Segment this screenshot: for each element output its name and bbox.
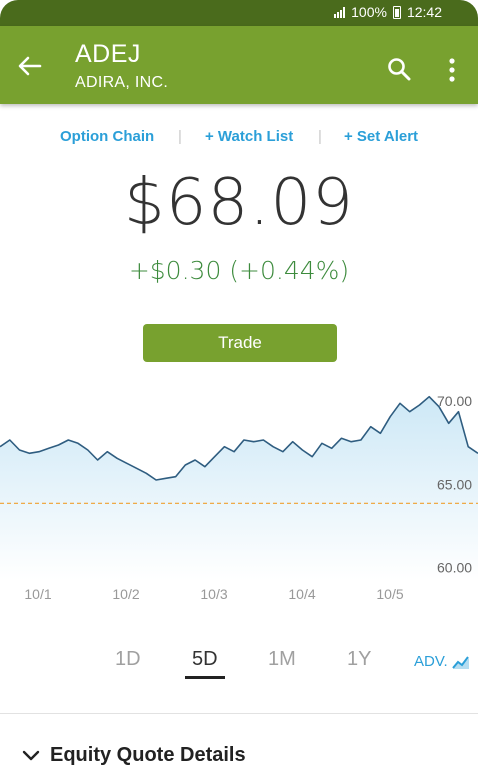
more-vert-icon[interactable] [446, 56, 458, 84]
link-separator: | [318, 128, 322, 145]
advanced-chart-button[interactable]: ADV. [414, 653, 470, 670]
watch-list-link[interactable]: + Watch List [205, 128, 293, 145]
price-chart[interactable]: 70.00 65.00 60.00 10/1 10/2 10/3 10/4 10/5 [0, 380, 478, 610]
y-tick-label: 70.00 [437, 393, 472, 409]
link-separator: | [178, 128, 182, 145]
app-bar: ADEJ ADIRA, INC. [0, 26, 478, 104]
signal-icon [334, 6, 346, 18]
section-divider [0, 713, 478, 714]
search-icon[interactable] [387, 57, 411, 81]
range-tab-1d[interactable]: 1D [115, 648, 141, 671]
status-indicators: 100% 12:42 [334, 4, 442, 20]
range-tab-1m[interactable]: 1M [268, 648, 296, 671]
company-name: ADIRA, INC. [75, 74, 169, 91]
equity-quote-details-toggle[interactable]: Equity Quote Details [22, 744, 246, 767]
y-tick-label: 65.00 [437, 476, 472, 492]
active-range-indicator [185, 676, 225, 679]
action-links: Option Chain | + Watch List | + Set Aler… [0, 126, 478, 148]
advanced-chart-label: ADV. [414, 653, 448, 670]
back-arrow-icon[interactable] [18, 56, 42, 76]
equity-quote-details-label: Equity Quote Details [50, 744, 246, 766]
set-alert-link[interactable]: + Set Alert [344, 128, 418, 145]
x-tick-label: 10/4 [288, 586, 315, 602]
ticker-symbol: ADEJ [75, 40, 141, 68]
x-tick-label: 10/1 [24, 586, 51, 602]
option-chain-link[interactable]: Option Chain [60, 128, 154, 145]
battery-percent: 100% [351, 4, 387, 20]
chevron-down-icon [22, 750, 40, 760]
trade-button[interactable]: Trade [143, 324, 337, 362]
battery-icon [392, 5, 401, 19]
y-tick-label: 60.00 [437, 560, 472, 576]
last-price: $68.09 [124, 166, 354, 240]
range-tab-1y[interactable]: 1Y [347, 648, 371, 671]
x-tick-label: 10/3 [200, 586, 227, 602]
x-tick-label: 10/5 [376, 586, 403, 602]
range-tab-5d[interactable]: 5D [192, 648, 218, 671]
price-change: +$0.30 (+0.44%) [128, 256, 350, 285]
range-tabs: 1D 5D 1M 1Y ADV. [0, 644, 478, 684]
chart-icon [451, 655, 469, 669]
clock: 12:42 [406, 4, 442, 20]
status-bar: 100% 12:42 [0, 0, 478, 26]
chart-area-fill [0, 396, 478, 580]
x-tick-label: 10/2 [112, 586, 139, 602]
